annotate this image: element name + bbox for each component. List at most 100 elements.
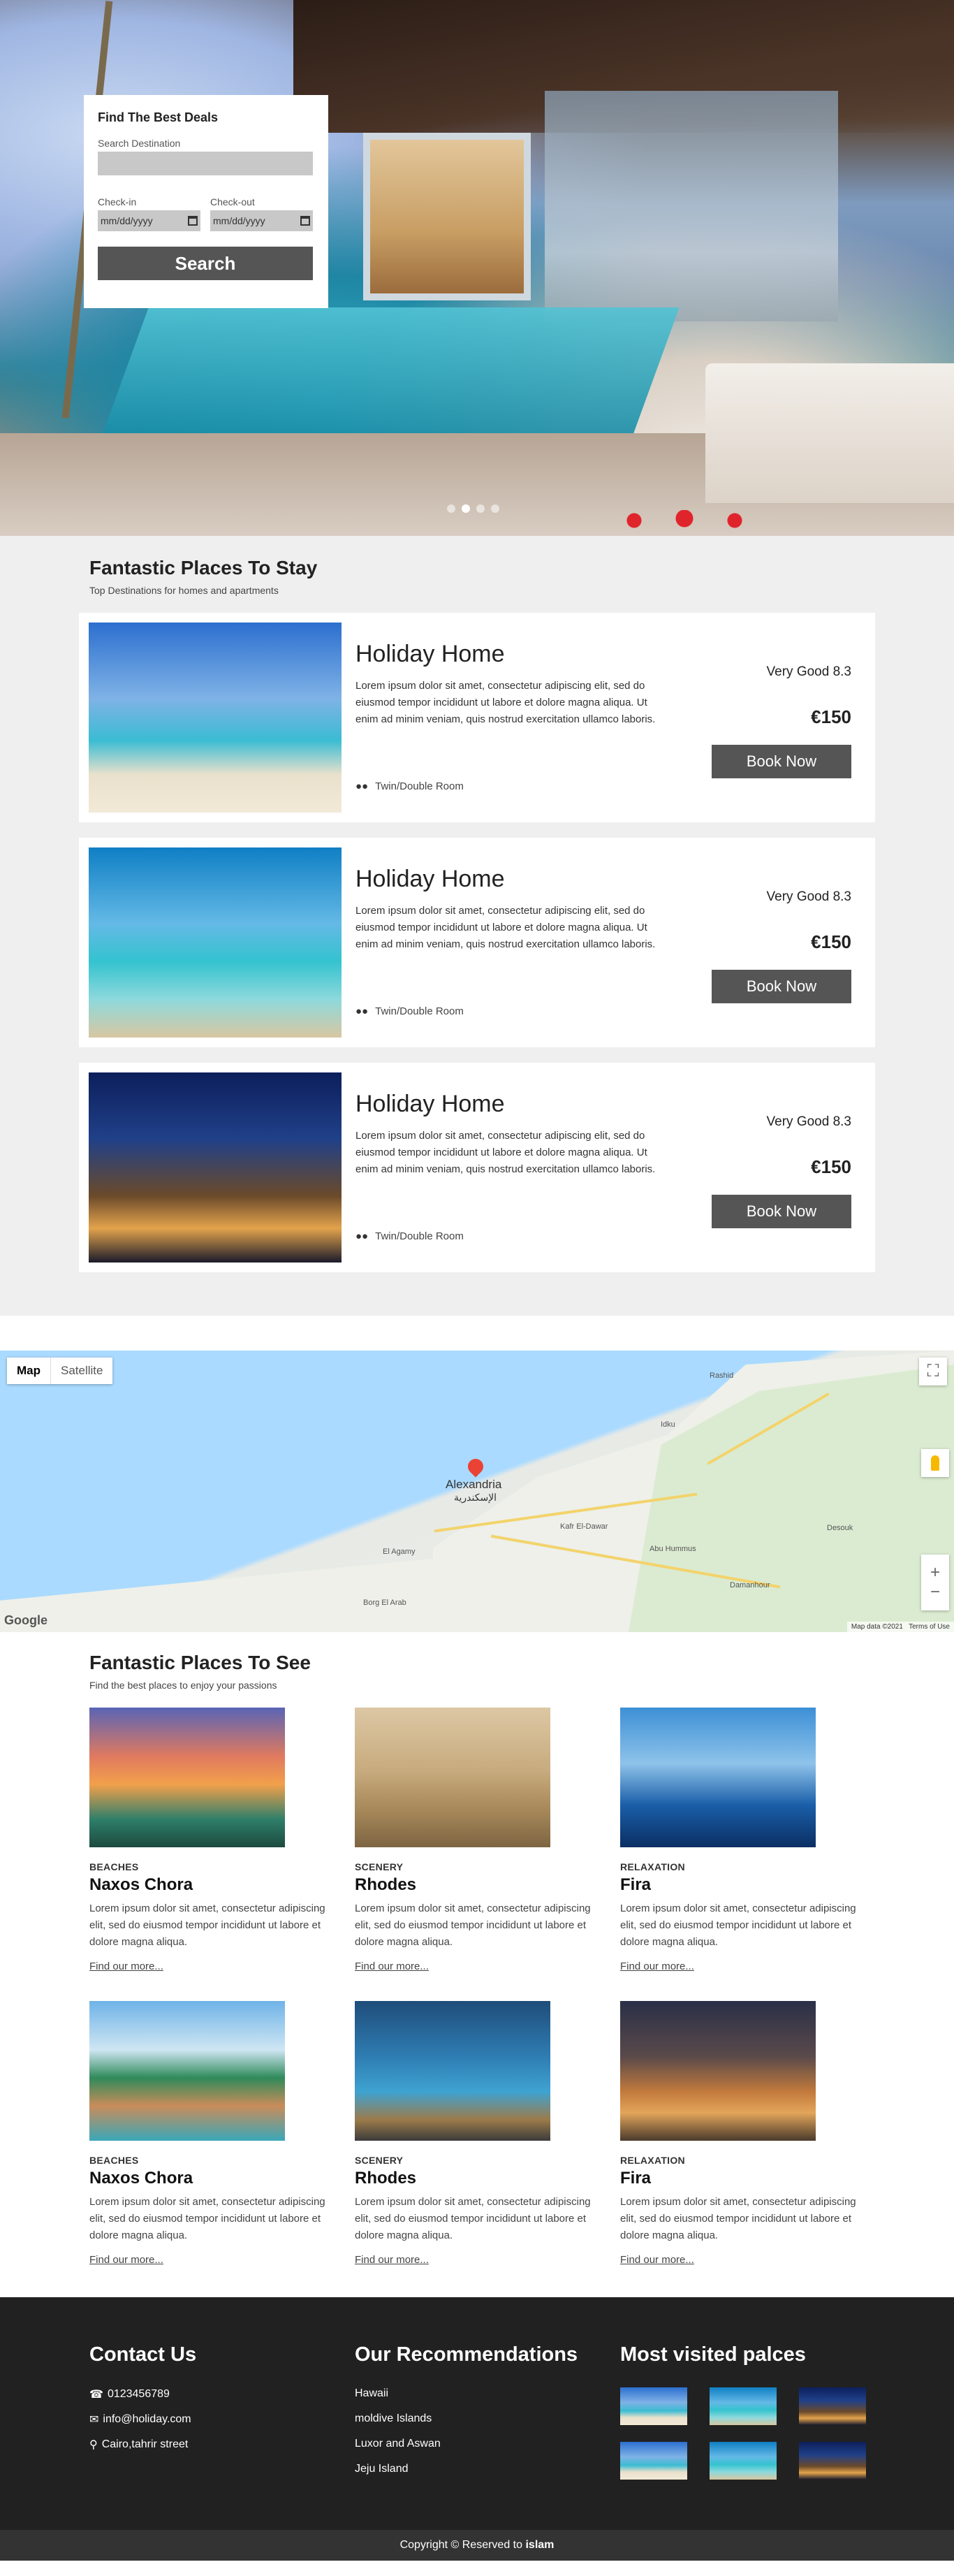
place-description: Lorem ipsum dolor sit amet, consectetur … bbox=[355, 1902, 591, 1948]
place-description: Lorem ipsum dolor sit amet, consectetur … bbox=[620, 1902, 856, 1948]
carousel-dot-2[interactable] bbox=[462, 504, 470, 513]
find-more-link[interactable]: Find our more... bbox=[89, 2254, 163, 2266]
checkout-group: Check-out mm/dd/yyyy bbox=[210, 196, 313, 231]
find-more-link[interactable]: Find our more... bbox=[355, 2254, 429, 2266]
place-category: BEACHES bbox=[89, 2155, 139, 2166]
most-visited-gallery bbox=[620, 2387, 886, 2480]
contact-phone: ☎ 0123456789 bbox=[89, 2387, 355, 2401]
stay-section-title: Fantastic Places To Stay bbox=[89, 557, 318, 578]
users-icon: ●● bbox=[355, 1005, 369, 1017]
place-description: Lorem ipsum dolor sit amet, consectetur … bbox=[89, 2196, 325, 2241]
place-card: RELAXATION Fira Lorem ipsum dolor sit am… bbox=[620, 2001, 886, 2266]
place-card: RELAXATION Fira Lorem ipsum dolor sit am… bbox=[620, 1708, 886, 1973]
search-card-title: Find The Best Deals bbox=[98, 110, 219, 124]
site-footer: Contact Us ☎ 0123456789 ✉ info@holiday.c… bbox=[0, 2297, 954, 2530]
visited-thumbnail[interactable] bbox=[799, 2442, 866, 2480]
hotel-booking: Very Good 8.3 €150 Book Now bbox=[705, 623, 865, 813]
map-city-label-ar: الإسكندرية bbox=[454, 1492, 497, 1503]
most-visited-title: Most visited palces bbox=[620, 2343, 806, 2366]
recommendation-link[interactable]: Hawaii bbox=[355, 2387, 620, 2400]
place-name: Fira bbox=[620, 2169, 652, 2188]
find-more-link[interactable]: Find our more... bbox=[89, 1960, 163, 1972]
find-more-link[interactable]: Find our more... bbox=[355, 1960, 429, 1972]
visited-thumbnail[interactable] bbox=[799, 2387, 866, 2425]
place-category: SCENERY bbox=[355, 2155, 404, 2166]
copyright-author: islam bbox=[525, 2539, 555, 2551]
find-more-link[interactable]: Find our more... bbox=[620, 1960, 694, 1972]
place-name: Rhodes bbox=[355, 1875, 417, 1894]
book-now-button[interactable]: Book Now bbox=[712, 970, 851, 1003]
visited-thumbnail[interactable] bbox=[710, 2442, 777, 2480]
contact-email: ✉ info@holiday.com bbox=[89, 2413, 355, 2426]
contact-address: ⚲ Cairo,tahrir street bbox=[89, 2438, 355, 2452]
map-place: Borg El Arab bbox=[363, 1599, 406, 1607]
map-tab-map[interactable]: Map bbox=[7, 1358, 51, 1384]
place-name: Fira bbox=[620, 1875, 652, 1894]
map-place: Damanhour bbox=[730, 1581, 770, 1589]
recommendations-column: Our Recommendations Hawaii moldive Islan… bbox=[355, 2343, 620, 2488]
email-text[interactable]: info@holiday.com bbox=[103, 2413, 191, 2426]
location-pin-icon[interactable] bbox=[464, 1455, 487, 1478]
date-row: Check-in mm/dd/yyyy Check-out mm/dd/yyyy bbox=[98, 196, 314, 231]
place-image bbox=[620, 2001, 816, 2141]
hotel-description: Lorem ipsum dolor sit amet, consectetur … bbox=[355, 905, 656, 950]
room-type-label: Twin/Double Room bbox=[375, 780, 464, 792]
copyright-text: Copyright © Reserved to bbox=[399, 2539, 523, 2551]
place-image bbox=[355, 1708, 550, 1847]
checkin-date-input[interactable]: mm/dd/yyyy bbox=[98, 210, 200, 231]
stay-section-subtitle: Top Destinations for homes and apartment… bbox=[89, 585, 279, 596]
checkout-date-input[interactable]: mm/dd/yyyy bbox=[210, 210, 313, 231]
zoom-out-icon[interactable]: − bbox=[930, 1582, 940, 1602]
hotel-image bbox=[89, 623, 342, 813]
zoom-in-icon[interactable]: + bbox=[930, 1563, 940, 1582]
hero-carousel: Find The Best Deals Search Destination C… bbox=[0, 0, 954, 536]
map-land-south bbox=[0, 1553, 489, 1632]
search-button[interactable]: Search bbox=[98, 247, 313, 280]
place-category: BEACHES bbox=[89, 1861, 139, 1872]
place-category: SCENERY bbox=[355, 1861, 404, 1872]
find-more-link[interactable]: Find our more... bbox=[620, 2254, 694, 2266]
hotel-card: Holiday Home Lorem ipsum dolor sit amet,… bbox=[79, 838, 875, 1047]
carousel-dot-4[interactable] bbox=[491, 504, 499, 513]
recommendation-link[interactable]: Luxor and Aswan bbox=[355, 2438, 620, 2450]
most-visited-column: Most visited palces bbox=[620, 2343, 886, 2488]
carousel-dot-1[interactable] bbox=[447, 504, 455, 513]
hotel-price: €150 bbox=[811, 1156, 851, 1177]
place-image bbox=[620, 1708, 816, 1847]
carousel-indicators bbox=[447, 504, 499, 513]
visited-thumbnail[interactable] bbox=[710, 2387, 777, 2425]
visited-thumbnail[interactable] bbox=[620, 2442, 687, 2480]
room-type-label: Twin/Double Room bbox=[375, 1230, 464, 1242]
destination-input[interactable] bbox=[98, 152, 313, 175]
pegman-icon[interactable] bbox=[921, 1449, 949, 1477]
map-place: Idku bbox=[661, 1420, 675, 1429]
recommendation-link[interactable]: Jeju Island bbox=[355, 2463, 620, 2475]
calendar-icon[interactable] bbox=[300, 216, 310, 226]
place-category: RELAXATION bbox=[620, 1861, 685, 1872]
contact-title: Contact Us bbox=[89, 2343, 197, 2366]
phone-text[interactable]: 0123456789 bbox=[108, 2388, 170, 2401]
map-city-label: Alexandria bbox=[446, 1478, 502, 1491]
calendar-icon[interactable] bbox=[188, 216, 198, 226]
destination-label: Search Destination bbox=[98, 138, 181, 149]
place-card: SCENERY Rhodes Lorem ipsum dolor sit ame… bbox=[355, 2001, 620, 2266]
place-image bbox=[89, 2001, 285, 2141]
map-tab-satellite[interactable]: Satellite bbox=[51, 1358, 112, 1384]
terms-link[interactable]: Terms of Use bbox=[909, 1623, 950, 1631]
zoom-control: + − bbox=[921, 1555, 949, 1610]
recommendation-link[interactable]: moldive Islands bbox=[355, 2413, 620, 2425]
book-now-button[interactable]: Book Now bbox=[712, 745, 851, 778]
map-place: Kafr El-Dawar bbox=[560, 1522, 608, 1531]
checkin-label: Check-in bbox=[98, 196, 137, 208]
place-category: RELAXATION bbox=[620, 2155, 685, 2166]
google-map[interactable]: Map Satellite ⛶ + − Alexandria الإسكندري… bbox=[0, 1351, 954, 1632]
envelope-icon: ✉ bbox=[89, 2414, 99, 2426]
visited-thumbnail[interactable] bbox=[620, 2387, 687, 2425]
book-now-button[interactable]: Book Now bbox=[712, 1195, 851, 1228]
fullscreen-icon[interactable]: ⛶ bbox=[919, 1358, 947, 1385]
room-type-label: Twin/Double Room bbox=[375, 1005, 464, 1017]
see-section-title: Fantastic Places To See bbox=[89, 1652, 311, 1673]
carousel-dot-3[interactable] bbox=[476, 504, 485, 513]
place-card: BEACHES Naxos Chora Lorem ipsum dolor si… bbox=[89, 1708, 355, 1973]
place-name: Rhodes bbox=[355, 2169, 417, 2188]
